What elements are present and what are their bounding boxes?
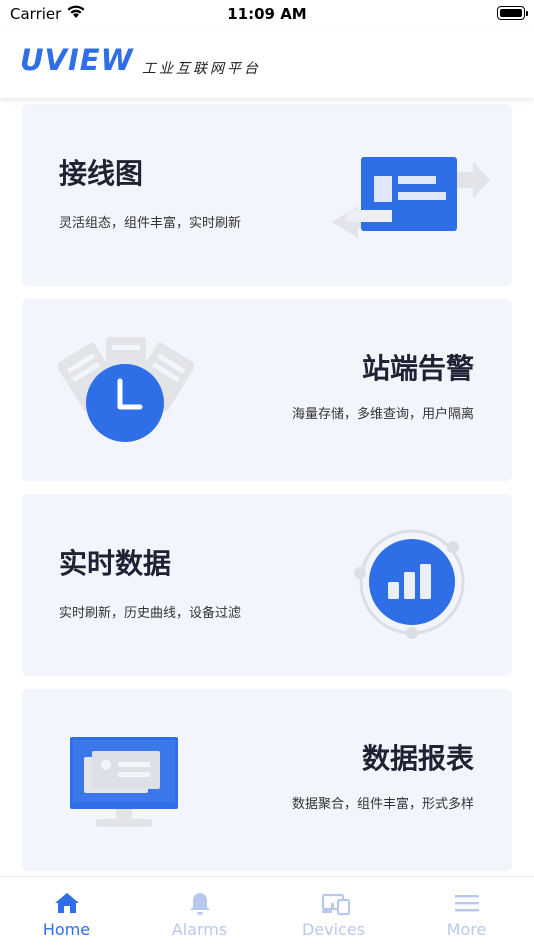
card-realtime-data[interactable]: 实时数据 实时刷新，历史曲线，设备过滤 <box>22 494 512 676</box>
tab-devices[interactable]: Devices <box>267 877 400 951</box>
tab-label: Alarms <box>171 920 228 939</box>
card-data-report[interactable]: 数据报表 数据聚合，组件丰富，形式多样 <box>22 689 512 871</box>
tab-bar: Home Alarms Devices More <box>0 876 534 951</box>
app-logo: UVIEW <box>20 43 134 77</box>
tab-home[interactable]: Home <box>0 877 133 951</box>
clock-alarm-icon <box>58 337 194 442</box>
card-subtitle: 灵活组态，组件丰富，实时刷新 <box>59 216 242 231</box>
feature-list[interactable]: 接线图 灵活组态，组件丰富，实时刷新 站端告警 海量存储，多维查询，用户隔离 实… <box>0 98 534 876</box>
app-header: UVIEW 工业互联网平台 <box>0 28 534 98</box>
card-station-alarm[interactable]: 站端告警 海量存储，多维查询，用户隔离 <box>22 299 512 481</box>
card-title: 数据报表 <box>361 742 474 775</box>
tab-label: Home <box>42 920 91 939</box>
card-subtitle: 数据聚合，组件丰富，形式多样 <box>291 797 474 812</box>
card-subtitle: 实时刷新，历史曲线，设备过滤 <box>59 606 242 621</box>
tab-more[interactable]: More <box>400 877 533 951</box>
card-title: 站端告警 <box>361 352 474 385</box>
bar-chart-icon <box>354 529 465 639</box>
tab-alarms[interactable]: Alarms <box>133 877 266 951</box>
menu-icon <box>455 895 479 912</box>
app-subtitle: 工业互联网平台 <box>142 61 261 77</box>
status-bar: Carrier 11:09 AM <box>0 0 534 28</box>
monitor-report-icon <box>70 737 178 827</box>
status-time: 11:09 AM <box>227 5 307 23</box>
card-wiring-diagram[interactable]: 接线图 灵活组态，组件丰富，实时刷新 <box>22 104 512 286</box>
bell-icon <box>190 893 210 915</box>
battery-icon <box>497 6 528 20</box>
card-title: 实时数据 <box>59 547 172 580</box>
tab-label: More <box>446 920 487 939</box>
tab-label: Devices <box>301 920 366 939</box>
card-title: 接线图 <box>59 157 144 190</box>
devices-icon <box>321 893 351 916</box>
card-subtitle: 海量存储，多维查询，用户隔离 <box>291 407 474 422</box>
wiring-diagram-icon <box>332 157 490 238</box>
home-icon <box>55 893 79 913</box>
